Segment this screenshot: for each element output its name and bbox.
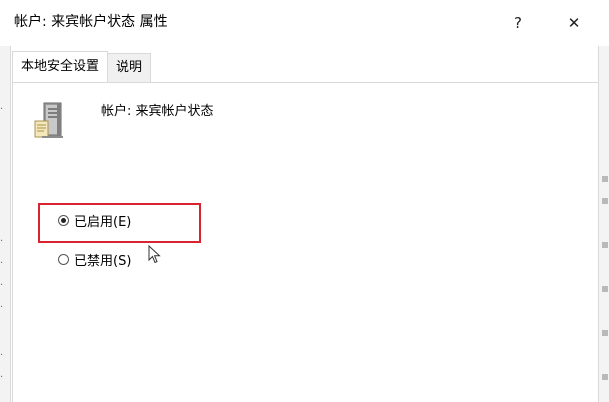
policy-name: 帐户: 来宾帐户状态 <box>101 104 214 119</box>
background-mark <box>602 176 608 182</box>
mouse-cursor-icon <box>148 245 161 264</box>
background-mark <box>602 198 608 204</box>
disabled-label[interactable]: 已禁用(S) <box>74 250 131 269</box>
background-text-fragment: · <box>0 236 4 247</box>
background-mark <box>602 374 608 380</box>
disabled-option[interactable]: 已禁用(S) <box>58 249 131 269</box>
enabled-label[interactable]: 已启用(E) <box>74 211 131 230</box>
background-text-fragment: · <box>0 350 4 361</box>
help-button[interactable]: ? <box>498 8 538 38</box>
title-bar[interactable]: 帐户: 来宾帐户状态 属性 ? ✕ <box>0 0 609 46</box>
enabled-option[interactable]: 已启用(E) <box>58 210 131 230</box>
close-button[interactable]: ✕ <box>554 8 594 38</box>
tab-explain[interactable]: 说明 <box>107 53 152 82</box>
tab-content-panel <box>12 82 599 402</box>
disabled-radio[interactable] <box>58 253 69 265</box>
tab-strip: 本地安全设置 说明 <box>12 51 152 83</box>
close-icon: ✕ <box>567 14 581 32</box>
background-window-left-edge: · · · · · · · <box>0 46 11 402</box>
server-icon <box>34 102 63 138</box>
background-text-fragment: · <box>0 280 4 291</box>
background-mark <box>602 242 608 248</box>
background-window-right-edge <box>598 46 609 402</box>
enabled-radio[interactable] <box>58 214 69 226</box>
background-mark <box>602 330 608 336</box>
background-text-fragment: · <box>0 104 4 115</box>
question-mark-icon: ? <box>514 14 522 32</box>
window-title: 帐户: 来宾帐户状态 属性 <box>14 14 168 30</box>
background-text-fragment: · <box>0 302 4 313</box>
background-text-fragment: · <box>0 258 4 269</box>
properties-dialog: 帐户: 来宾帐户状态 属性 ? ✕ · · · · · · · 本地安全设置 说… <box>0 0 609 402</box>
tab-local-security-setting[interactable]: 本地安全设置 <box>12 51 109 82</box>
background-text-fragment: · <box>0 372 4 383</box>
background-mark <box>602 286 608 292</box>
